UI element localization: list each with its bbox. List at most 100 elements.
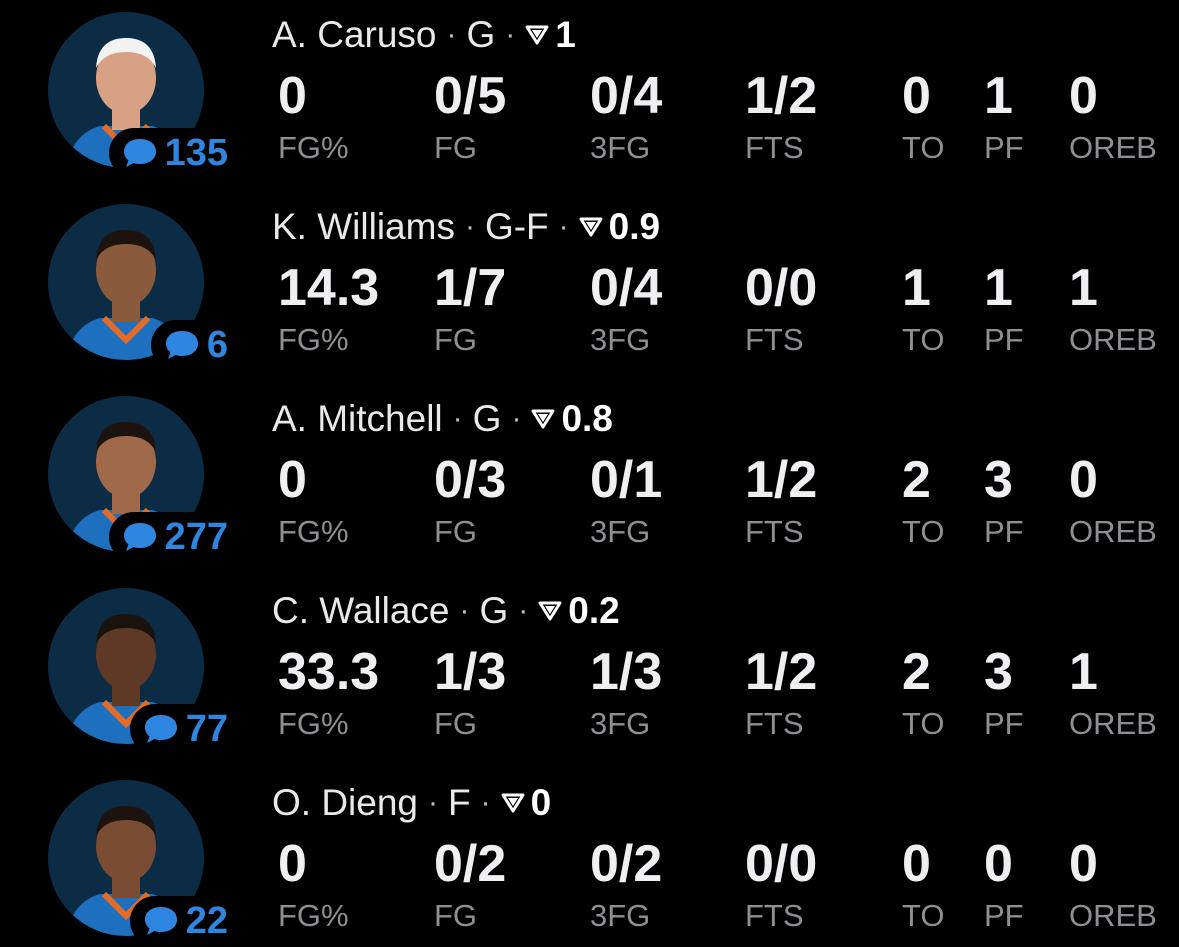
player-name: O. Dieng <box>272 782 419 823</box>
label-oreb: OREB <box>1069 706 1157 741</box>
down-triangle-icon <box>531 409 555 429</box>
player-name-line[interactable]: O. Dieng · F · 0 <box>272 782 551 824</box>
stat-fg-pct: 33.3 <box>278 643 380 701</box>
label-3fg: 3FG <box>590 706 651 741</box>
label-fts: FTS <box>745 898 804 933</box>
stat-fts: 1/2 <box>745 451 818 509</box>
player-rating: 1 <box>555 14 576 55</box>
label-pf: PF <box>984 322 1024 357</box>
stat-pf: 1 <box>984 67 1013 125</box>
label-pf: PF <box>984 706 1024 741</box>
stat-fg: 1/7 <box>434 259 507 317</box>
stat-fts: 0/0 <box>745 259 818 317</box>
label-3fg: 3FG <box>590 898 651 933</box>
separator: · <box>452 402 463 435</box>
player-row-5[interactable]: 22 O. Dieng · F · 0 0 0/2 0/2 0/0 0 0 0 … <box>0 768 1179 947</box>
label-oreb: OREB <box>1069 898 1157 933</box>
player-position: G <box>472 398 502 439</box>
player-name-line[interactable]: K. Williams · G-F · 0.9 <box>272 206 660 248</box>
player-row-3[interactable]: 277 A. Mitchell · G · 0.8 0 0/3 0/1 1/2 … <box>0 384 1179 576</box>
stat-to: 0 <box>902 67 931 125</box>
label-pf: PF <box>984 514 1024 549</box>
stat-to: 2 <box>902 643 931 701</box>
stat-fg: 0/5 <box>434 67 507 125</box>
stat-fg-pct: 0 <box>278 67 307 125</box>
down-triangle-icon <box>525 25 549 45</box>
speech-bubble-icon <box>144 715 177 743</box>
player-position: G-F <box>484 206 549 247</box>
down-triangle-icon <box>501 793 525 813</box>
player-rating: 0.9 <box>608 206 661 247</box>
player-row-1[interactable]: 135 A. Caruso · G · 1 0 0/5 0/4 1/2 0 1 … <box>0 0 1179 192</box>
player-position: G <box>479 590 509 631</box>
player-row-2[interactable]: 6 K. Williams · G-F · 0.9 14.3 1/7 0/4 0… <box>0 192 1179 384</box>
separator: · <box>518 594 529 627</box>
label-pf: PF <box>984 898 1024 933</box>
separator: · <box>558 210 569 243</box>
stat-3fg: 0/4 <box>590 67 663 125</box>
player-position: G <box>466 14 496 55</box>
player-name: A. Caruso <box>272 14 437 55</box>
comment-count-badge[interactable]: 135 <box>108 128 232 178</box>
stat-pf: 1 <box>984 259 1013 317</box>
label-fg-pct: FG% <box>278 898 349 933</box>
player-row-4[interactable]: 77 C. Wallace · G · 0.2 33.3 1/3 1/3 1/2… <box>0 576 1179 768</box>
label-3fg: 3FG <box>590 514 651 549</box>
stat-fts: 1/2 <box>745 67 818 125</box>
stat-3fg: 0/2 <box>590 835 663 893</box>
stat-fg-pct: 0 <box>278 835 307 893</box>
player-name: C. Wallace <box>272 590 450 631</box>
player-name: A. Mitchell <box>272 398 443 439</box>
speech-bubble-icon <box>144 907 177 935</box>
stat-pf: 3 <box>984 451 1013 509</box>
label-fts: FTS <box>745 130 804 165</box>
comment-count-badge[interactable]: 277 <box>108 512 232 562</box>
label-fg: FG <box>434 706 478 741</box>
stat-to: 2 <box>902 451 931 509</box>
separator: · <box>446 18 457 51</box>
label-fg: FG <box>434 130 478 165</box>
comment-count-badge[interactable]: 6 <box>150 320 232 370</box>
label-oreb: OREB <box>1069 514 1157 549</box>
label-fg: FG <box>434 898 478 933</box>
stat-fg: 0/3 <box>434 451 507 509</box>
speech-bubble-icon <box>123 139 156 167</box>
player-rating: 0 <box>530 782 552 823</box>
comment-count: 6 <box>206 323 228 366</box>
stat-pf: 3 <box>984 643 1013 701</box>
stat-3fg: 0/4 <box>590 259 663 317</box>
stat-oreb: 0 <box>1069 835 1098 893</box>
label-3fg: 3FG <box>590 130 651 165</box>
stat-oreb: 0 <box>1069 67 1098 125</box>
label-to: TO <box>902 706 945 741</box>
label-to: TO <box>902 130 945 165</box>
comment-count: 135 <box>164 131 228 174</box>
player-name: K. Williams <box>272 206 455 247</box>
stat-fg: 1/3 <box>434 643 507 701</box>
speech-bubble-icon <box>165 331 198 359</box>
player-name-line[interactable]: A. Mitchell · G · 0.8 <box>272 398 613 440</box>
comment-count-badge[interactable]: 22 <box>129 896 232 946</box>
stat-pf: 0 <box>984 835 1013 893</box>
separator: · <box>428 786 439 819</box>
label-fg-pct: FG% <box>278 706 349 741</box>
stat-oreb: 1 <box>1069 259 1098 317</box>
stat-to: 1 <box>902 259 931 317</box>
label-oreb: OREB <box>1069 130 1157 165</box>
player-name-line[interactable]: A. Caruso · G · 1 <box>272 14 576 56</box>
stat-fts: 0/0 <box>745 835 818 893</box>
comment-count-badge[interactable]: 77 <box>129 704 232 754</box>
stat-fts: 1/2 <box>745 643 818 701</box>
label-to: TO <box>902 514 945 549</box>
label-fts: FTS <box>745 706 804 741</box>
label-fg-pct: FG% <box>278 322 349 357</box>
stat-fg-pct: 14.3 <box>278 259 380 317</box>
stat-oreb: 1 <box>1069 643 1098 701</box>
label-fg-pct: FG% <box>278 130 349 165</box>
label-fg: FG <box>434 514 478 549</box>
stat-3fg: 0/1 <box>590 451 663 509</box>
label-to: TO <box>902 322 945 357</box>
stat-3fg: 1/3 <box>590 643 663 701</box>
down-triangle-icon <box>538 601 562 621</box>
player-name-line[interactable]: C. Wallace · G · 0.2 <box>272 590 620 632</box>
